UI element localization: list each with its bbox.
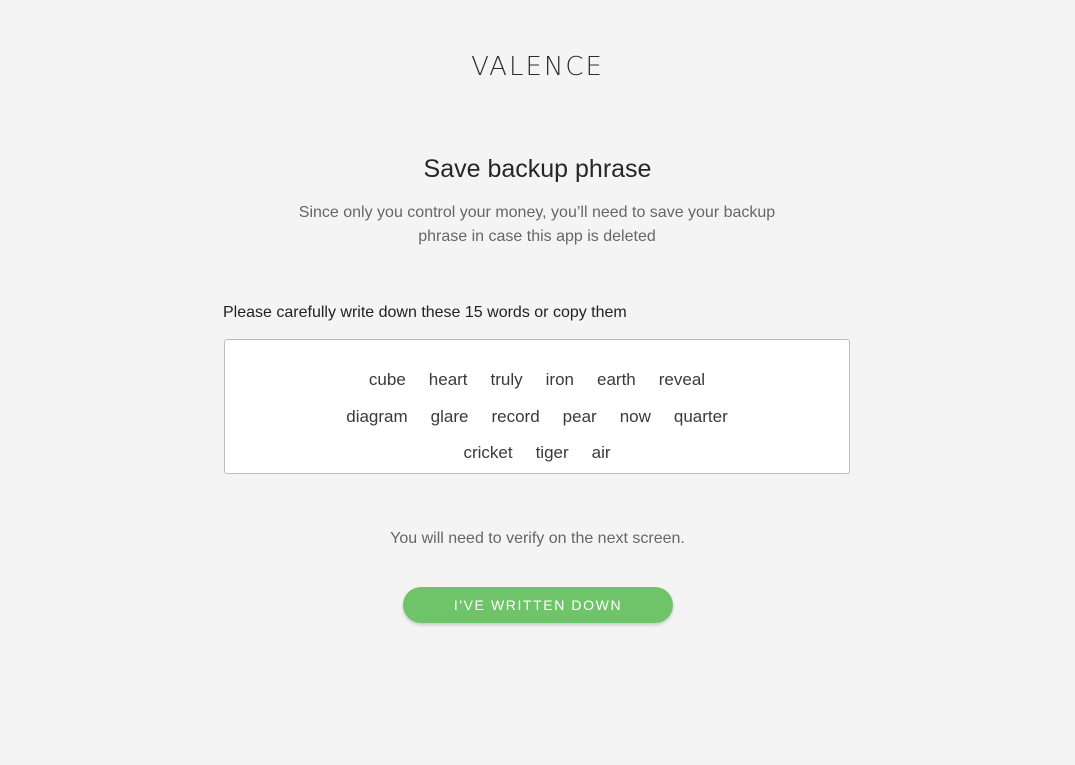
phrase-word: record bbox=[491, 406, 540, 426]
phrase-word: truly bbox=[490, 370, 523, 390]
phrase-word: air bbox=[591, 443, 611, 463]
phrase-row: cricket tiger air bbox=[265, 435, 809, 472]
page-title: Save backup phrase bbox=[423, 155, 652, 183]
phrase-word: diagram bbox=[346, 406, 408, 426]
backup-phrase-page: VALENCE Save backup phrase Since only yo… bbox=[0, 0, 1075, 765]
page-subtitle: Since only you control your money, you’l… bbox=[298, 204, 776, 245]
phrase-word: reveal bbox=[658, 370, 706, 390]
phrase-instruction: Please carefully write down these 15 wor… bbox=[223, 304, 627, 321]
phrase-word: quarter bbox=[673, 406, 728, 426]
phrase-word: tiger bbox=[535, 443, 569, 463]
phrase-row: diagram glare record pear now quarter bbox=[265, 399, 809, 436]
phrase-word: pear bbox=[562, 406, 597, 426]
verify-note: You will need to verify on the next scre… bbox=[390, 530, 685, 547]
phrase-word: iron bbox=[545, 370, 575, 390]
confirm-written-down-button[interactable]: I'VE WRITTEN DOWN bbox=[403, 587, 673, 623]
phrase-word: heart bbox=[428, 370, 468, 390]
phrase-word: cube bbox=[368, 370, 406, 390]
phrase-word: glare bbox=[430, 406, 469, 426]
phrase-word: earth bbox=[597, 370, 636, 390]
phrase-word: cricket bbox=[463, 443, 513, 463]
phrase-row: cube heart truly iron earth reveal bbox=[265, 362, 809, 399]
phrase-word: now bbox=[619, 406, 651, 426]
backup-phrase-box[interactable]: cube heart truly iron earth reveal diagr… bbox=[224, 339, 850, 474]
app-logo: VALENCE bbox=[471, 52, 604, 82]
